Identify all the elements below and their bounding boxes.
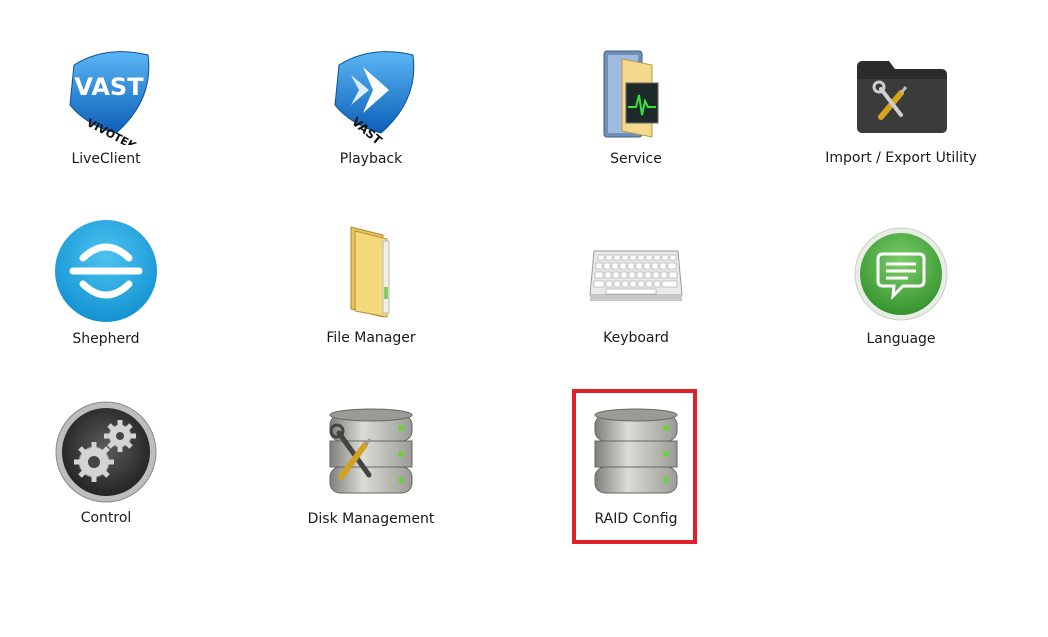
app-raid-config[interactable]: RAID Config: [536, 398, 736, 548]
app-label: Keyboard: [603, 330, 669, 346]
vast-playback-icon: VAST: [334, 51, 415, 145]
app-language[interactable]: Language: [801, 218, 1001, 368]
app-label: Language: [866, 331, 936, 347]
gears-icon: [55, 401, 157, 503]
app-label: Shepherd: [72, 331, 140, 347]
app-import-export-utility[interactable]: Import / Export Utility: [801, 40, 1001, 190]
app-playback[interactable]: VAST Playback: [271, 40, 471, 190]
app-label: Import / Export Utility: [825, 150, 977, 166]
app-label: File Manager: [326, 330, 416, 346]
svg-text:VAST: VAST: [74, 73, 144, 101]
app-control[interactable]: Control: [6, 398, 206, 548]
chat-bubble-icon: [854, 227, 948, 321]
app-label: LiveClient: [71, 151, 141, 167]
server-stack-icon: [594, 408, 678, 494]
app-liveclient[interactable]: VAST VIVOTEK LiveClient: [6, 40, 206, 190]
app-label: RAID Config: [594, 511, 678, 527]
file-manager-folder-icon: [350, 226, 390, 318]
vast-vivotek-icon: VAST VIVOTEK: [69, 51, 150, 145]
app-label: Playback: [339, 151, 403, 167]
app-disk-management[interactable]: Disk Management: [271, 398, 471, 548]
app-shepherd[interactable]: Shepherd: [6, 218, 206, 368]
keyboard-icon: [589, 250, 683, 301]
app-file-manager[interactable]: File Manager: [271, 218, 471, 368]
app-label: Service: [610, 151, 662, 167]
shepherd-icon: [55, 220, 157, 322]
tools-folder-icon: [857, 61, 947, 133]
app-label: Disk Management: [307, 511, 435, 527]
app-keyboard[interactable]: Keyboard: [536, 218, 736, 368]
app-service[interactable]: Service: [536, 40, 736, 190]
service-folder-icon: [603, 50, 659, 138]
server-tools-icon: [329, 408, 413, 494]
app-label: Control: [80, 510, 132, 526]
